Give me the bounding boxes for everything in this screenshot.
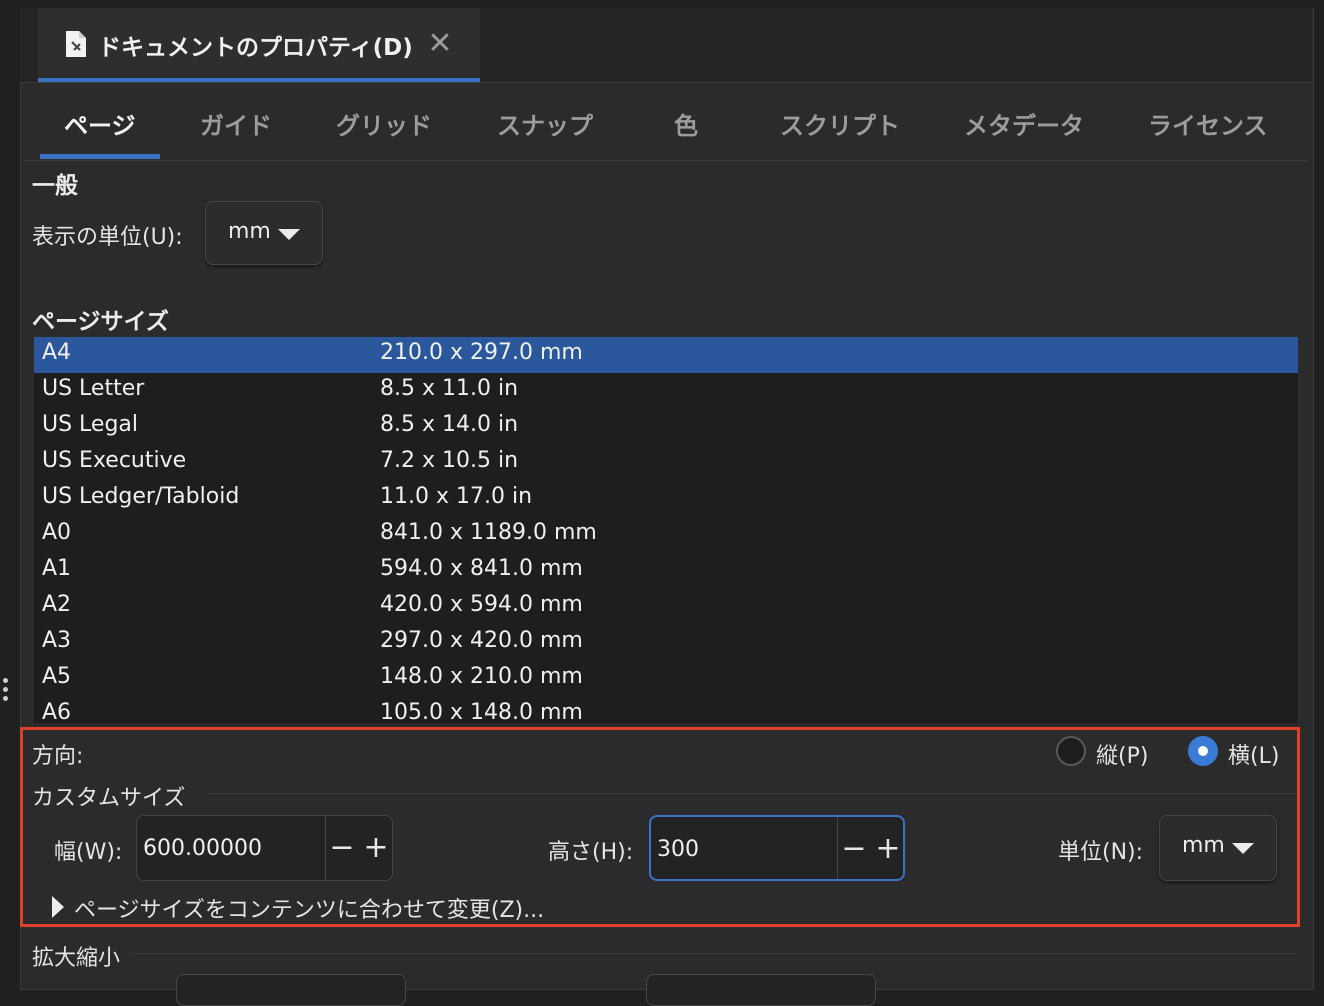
page-size-row[interactable]: A6 105.0 x 148.0 mm [34,697,1298,723]
tab-snap[interactable]: スナップ [497,106,593,142]
page-size-dimensions: 8.5 x 14.0 in [380,412,519,437]
page-size-row[interactable]: US Legal 8.5 x 14.0 in [34,409,1298,445]
page-size-name: A1 [42,556,72,581]
page-size-row[interactable]: US Executive 7.2 x 10.5 in [34,445,1298,481]
display-unit-label: 表示の単位(U): [32,225,183,250]
page-size-name: US Legal [42,412,139,437]
page-size-name: A3 [42,628,72,653]
page-size-row[interactable]: A5 148.0 x 210.0 mm [34,661,1298,697]
document-tab-title: ドキュメントのプロパティ(D) [98,35,413,61]
page-size-name: A4 [42,340,72,365]
page-size-name: US Executive [42,448,187,473]
page-size-dimensions: 8.5 x 11.0 in [380,376,519,401]
display-unit-dropdown[interactable]: mm [205,201,323,265]
page-size-dimensions: 594.0 x 841.0 mm [380,556,583,581]
page-size-list[interactable]: A4 210.0 x 297.0 mm US Letter 8.5 x 11.0… [34,337,1298,723]
page-size-row[interactable]: US Letter 8.5 x 11.0 in [34,373,1298,409]
page-size-row[interactable]: A1 594.0 x 841.0 mm [34,553,1298,589]
page-size-name: A2 [42,592,72,617]
tab-metadata[interactable]: メタデータ [964,106,1084,142]
tab-guides[interactable]: ガイド [200,106,272,142]
page-size-heading: ページサイズ [32,309,169,335]
document-properties-icon [66,31,86,57]
tab-color[interactable]: 色 [674,106,698,142]
page-size-dimensions: 105.0 x 148.0 mm [380,700,583,723]
highlight-annotation [20,727,1300,927]
document-properties-tab[interactable]: ドキュメントのプロパティ(D) ✕ [38,8,480,82]
page-size-row[interactable]: A2 420.0 x 594.0 mm [34,589,1298,625]
page-size-dimensions: 148.0 x 210.0 mm [380,664,583,689]
close-icon[interactable]: ✕ [426,29,454,59]
display-unit-value: mm [228,219,271,244]
tab-scripting[interactable]: スクリプト [780,106,900,142]
page-size-name: A6 [42,700,72,723]
tab-license[interactable]: ライセンス [1148,106,1268,142]
general-heading: 一般 [32,173,78,199]
page-size-dimensions: 7.2 x 10.5 in [380,448,519,473]
page-size-row[interactable]: US Ledger/Tabloid 11.0 x 17.0 in [34,481,1298,517]
chevron-down-icon [278,229,300,240]
page-size-row[interactable]: A0 841.0 x 1189.0 mm [34,517,1298,553]
page-size-row[interactable]: A4 210.0 x 297.0 mm [34,337,1298,373]
panel-resize-handle[interactable] [3,678,9,705]
page-size-name: US Ledger/Tabloid [42,484,240,509]
page-size-name: US Letter [42,376,145,401]
tab-page[interactable]: ページ [64,106,136,142]
tab-grids[interactable]: グリッド [336,106,432,142]
page-size-name: A5 [42,664,72,689]
page-size-dimensions: 210.0 x 297.0 mm [380,340,583,365]
page-size-dimensions: 420.0 x 594.0 mm [380,592,583,617]
active-tab-indicator [40,154,160,159]
page-size-dimensions: 841.0 x 1189.0 mm [380,520,597,545]
scale-divider [130,953,1296,954]
page-size-name: A0 [42,520,72,545]
scale-spinbox[interactable] [176,974,406,1006]
page-size-dimensions: 11.0 x 17.0 in [380,484,533,509]
properties-tabs: ページ ガイド グリッド スナップ 色 スクリプト メタデータ ライセンス [24,90,1308,161]
page-size-dimensions: 297.0 x 420.0 mm [380,628,583,653]
page-size-row[interactable]: A3 297.0 x 420.0 mm [34,625,1298,661]
scale-spinbox[interactable] [646,974,876,1006]
scale-heading: 拡大縮小 [32,946,121,971]
